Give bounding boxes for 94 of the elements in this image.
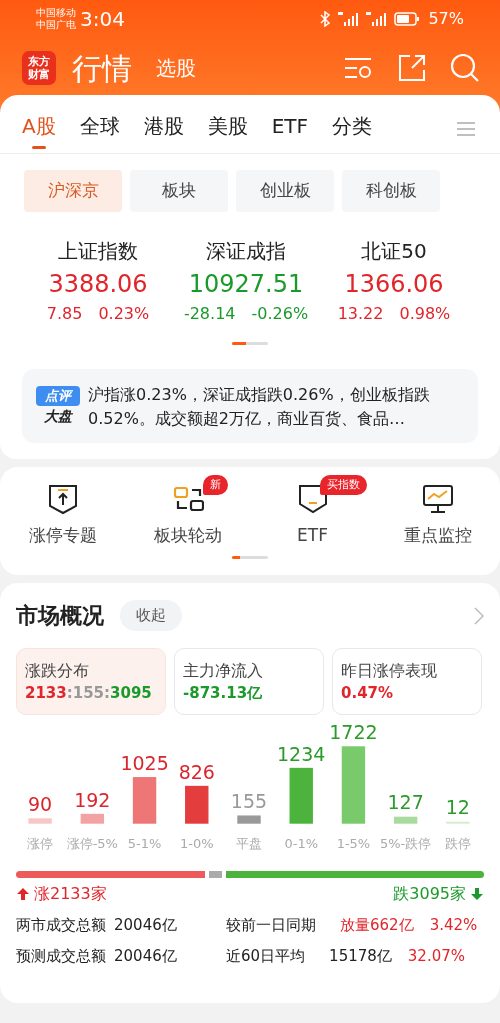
breadth-segment [208, 871, 223, 878]
monitor-icon[interactable] [421, 482, 454, 515]
chevron-right-icon[interactable] [474, 606, 484, 625]
turnover-label: 较前一日同期 [226, 915, 316, 936]
signal-icon [338, 12, 359, 26]
bar-value: 826 [178, 760, 215, 783]
index-value: 3388.06 [47, 268, 149, 300]
sub-tab[interactable]: 创业板 [236, 170, 334, 212]
app-logo: 东方 财富 [22, 51, 56, 85]
bar-value: 127 [387, 791, 424, 814]
commentary-text[interactable]: 沪指涨0.23%，深证成指跌0.26%，创业板指跌0.52%。成交额超2万亿，商业百货、食品… [88, 382, 464, 431]
page-title: 行情 [72, 49, 132, 88]
collapse-button[interactable]: 收起 [120, 600, 182, 631]
shortcut-label[interactable]: 板块轮动 [153, 522, 222, 548]
turnover-label: 预测成交总额 [16, 945, 106, 967]
category-label: 涨停 [27, 836, 54, 851]
index-change: 7.85 [46, 302, 83, 325]
category-label: 涨停-5% [66, 836, 118, 851]
index-percent: 0.23% [98, 302, 150, 325]
turnover-value: 放量662亿 [340, 915, 414, 936]
index-name[interactable]: 北证50 [320, 235, 468, 266]
commentary-label: 大盘 [43, 406, 74, 426]
category-label: 平盘 [236, 836, 262, 851]
carrier-name: 中国广电 [36, 19, 76, 31]
index-change: -28.14 [183, 302, 236, 325]
advancers-count: 涨2133家 [34, 883, 107, 905]
stat-card[interactable]: 主力净流入 -873.13亿 [174, 648, 324, 715]
section-title: 市场概况 [16, 602, 104, 630]
shortcut-label[interactable]: 涨停专题 [28, 522, 97, 548]
stat-card[interactable]: 涨跌分布 2133:155:3095 [16, 648, 166, 715]
carrier-name: 中国移动 [36, 7, 76, 19]
market-tab[interactable]: 港股 [143, 111, 184, 153]
shortcut-label[interactable]: ETF [297, 522, 328, 548]
stat-value: 0.47% [341, 683, 395, 704]
new-badge: 买指数 [320, 474, 367, 495]
up-arrow-icon [16, 887, 30, 901]
market-tab[interactable]: ETF [271, 111, 309, 153]
index-name[interactable]: 深证成指 [172, 235, 320, 266]
category-label: 5-1% [127, 836, 162, 851]
index-value: 1366.06 [343, 268, 445, 300]
turnover-value: 3.42% [429, 915, 478, 936]
category-label: 5%-跌停 [380, 836, 432, 851]
turnover-label: 近60日平均 [226, 945, 306, 967]
battery-level: 57% [428, 8, 464, 30]
commentary-badge: 点评 [36, 386, 80, 406]
stat-label: 昨日涨停表现 [341, 660, 438, 682]
menu-icon[interactable] [456, 121, 476, 137]
down-arrow-icon [470, 887, 484, 901]
index-change: 13.22 [337, 302, 384, 325]
category-label: 1-5% [336, 836, 371, 851]
page-indicator [232, 341, 268, 345]
market-tab[interactable]: 全球 [79, 111, 120, 153]
up-arrow-icon[interactable] [46, 482, 79, 515]
turnover-value: 15178亿 [329, 945, 392, 967]
bar-value: 90 [28, 793, 53, 816]
bar-value: 192 [74, 788, 111, 811]
category-label: 1-0% [180, 836, 214, 851]
turnover-label: 两市成交总额 [16, 915, 106, 936]
category-label: 跌停 [444, 836, 471, 851]
status-time: 3:04 [80, 6, 125, 33]
stat-label: 主力净流入 [183, 660, 264, 682]
search-icon[interactable] [450, 53, 480, 83]
stat-value: 2133:155:3095 [25, 683, 153, 704]
market-tab[interactable]: A股 [22, 111, 56, 153]
bar-value: 155 [230, 790, 268, 813]
category-label: 0-1% [284, 836, 318, 851]
bar-value: 1025 [120, 751, 169, 774]
market-tab[interactable]: 美股 [207, 111, 248, 153]
stat-value: -873.13亿 [183, 683, 264, 704]
battery-icon [394, 12, 421, 26]
sub-tab[interactable]: 科创板 [342, 170, 440, 212]
index-percent: -0.26% [251, 302, 309, 325]
sub-tab[interactable]: 板块 [130, 170, 228, 212]
stat-label: 涨跌分布 [25, 660, 90, 682]
index-percent: 0.98% [399, 302, 451, 325]
stat-card[interactable]: 昨日涨停表现 0.47% [332, 648, 482, 715]
signal-icon [366, 12, 387, 26]
bar-value: 1722 [329, 723, 378, 743]
turnover-value: 32.07% [407, 945, 465, 967]
share-icon[interactable] [398, 54, 426, 82]
decliners-count: 跌3095家 [393, 883, 466, 905]
index-value: 10927.51 [187, 268, 305, 300]
turnover-value: 20046亿 [114, 945, 177, 967]
bluetooth-icon [320, 11, 331, 27]
settings-icon[interactable] [344, 55, 374, 81]
new-badge: 新 [203, 474, 228, 495]
market-tab[interactable]: 分类 [332, 111, 373, 153]
turnover-value: 20046亿 [114, 915, 177, 936]
bar-value: 12 [445, 796, 470, 819]
shortcut-label[interactable]: 重点监控 [403, 522, 472, 548]
index-name[interactable]: 上证指数 [24, 235, 172, 266]
bar-value: 1234 [277, 742, 326, 765]
shield-icon[interactable] [296, 482, 329, 515]
page-indicator [232, 556, 268, 559]
